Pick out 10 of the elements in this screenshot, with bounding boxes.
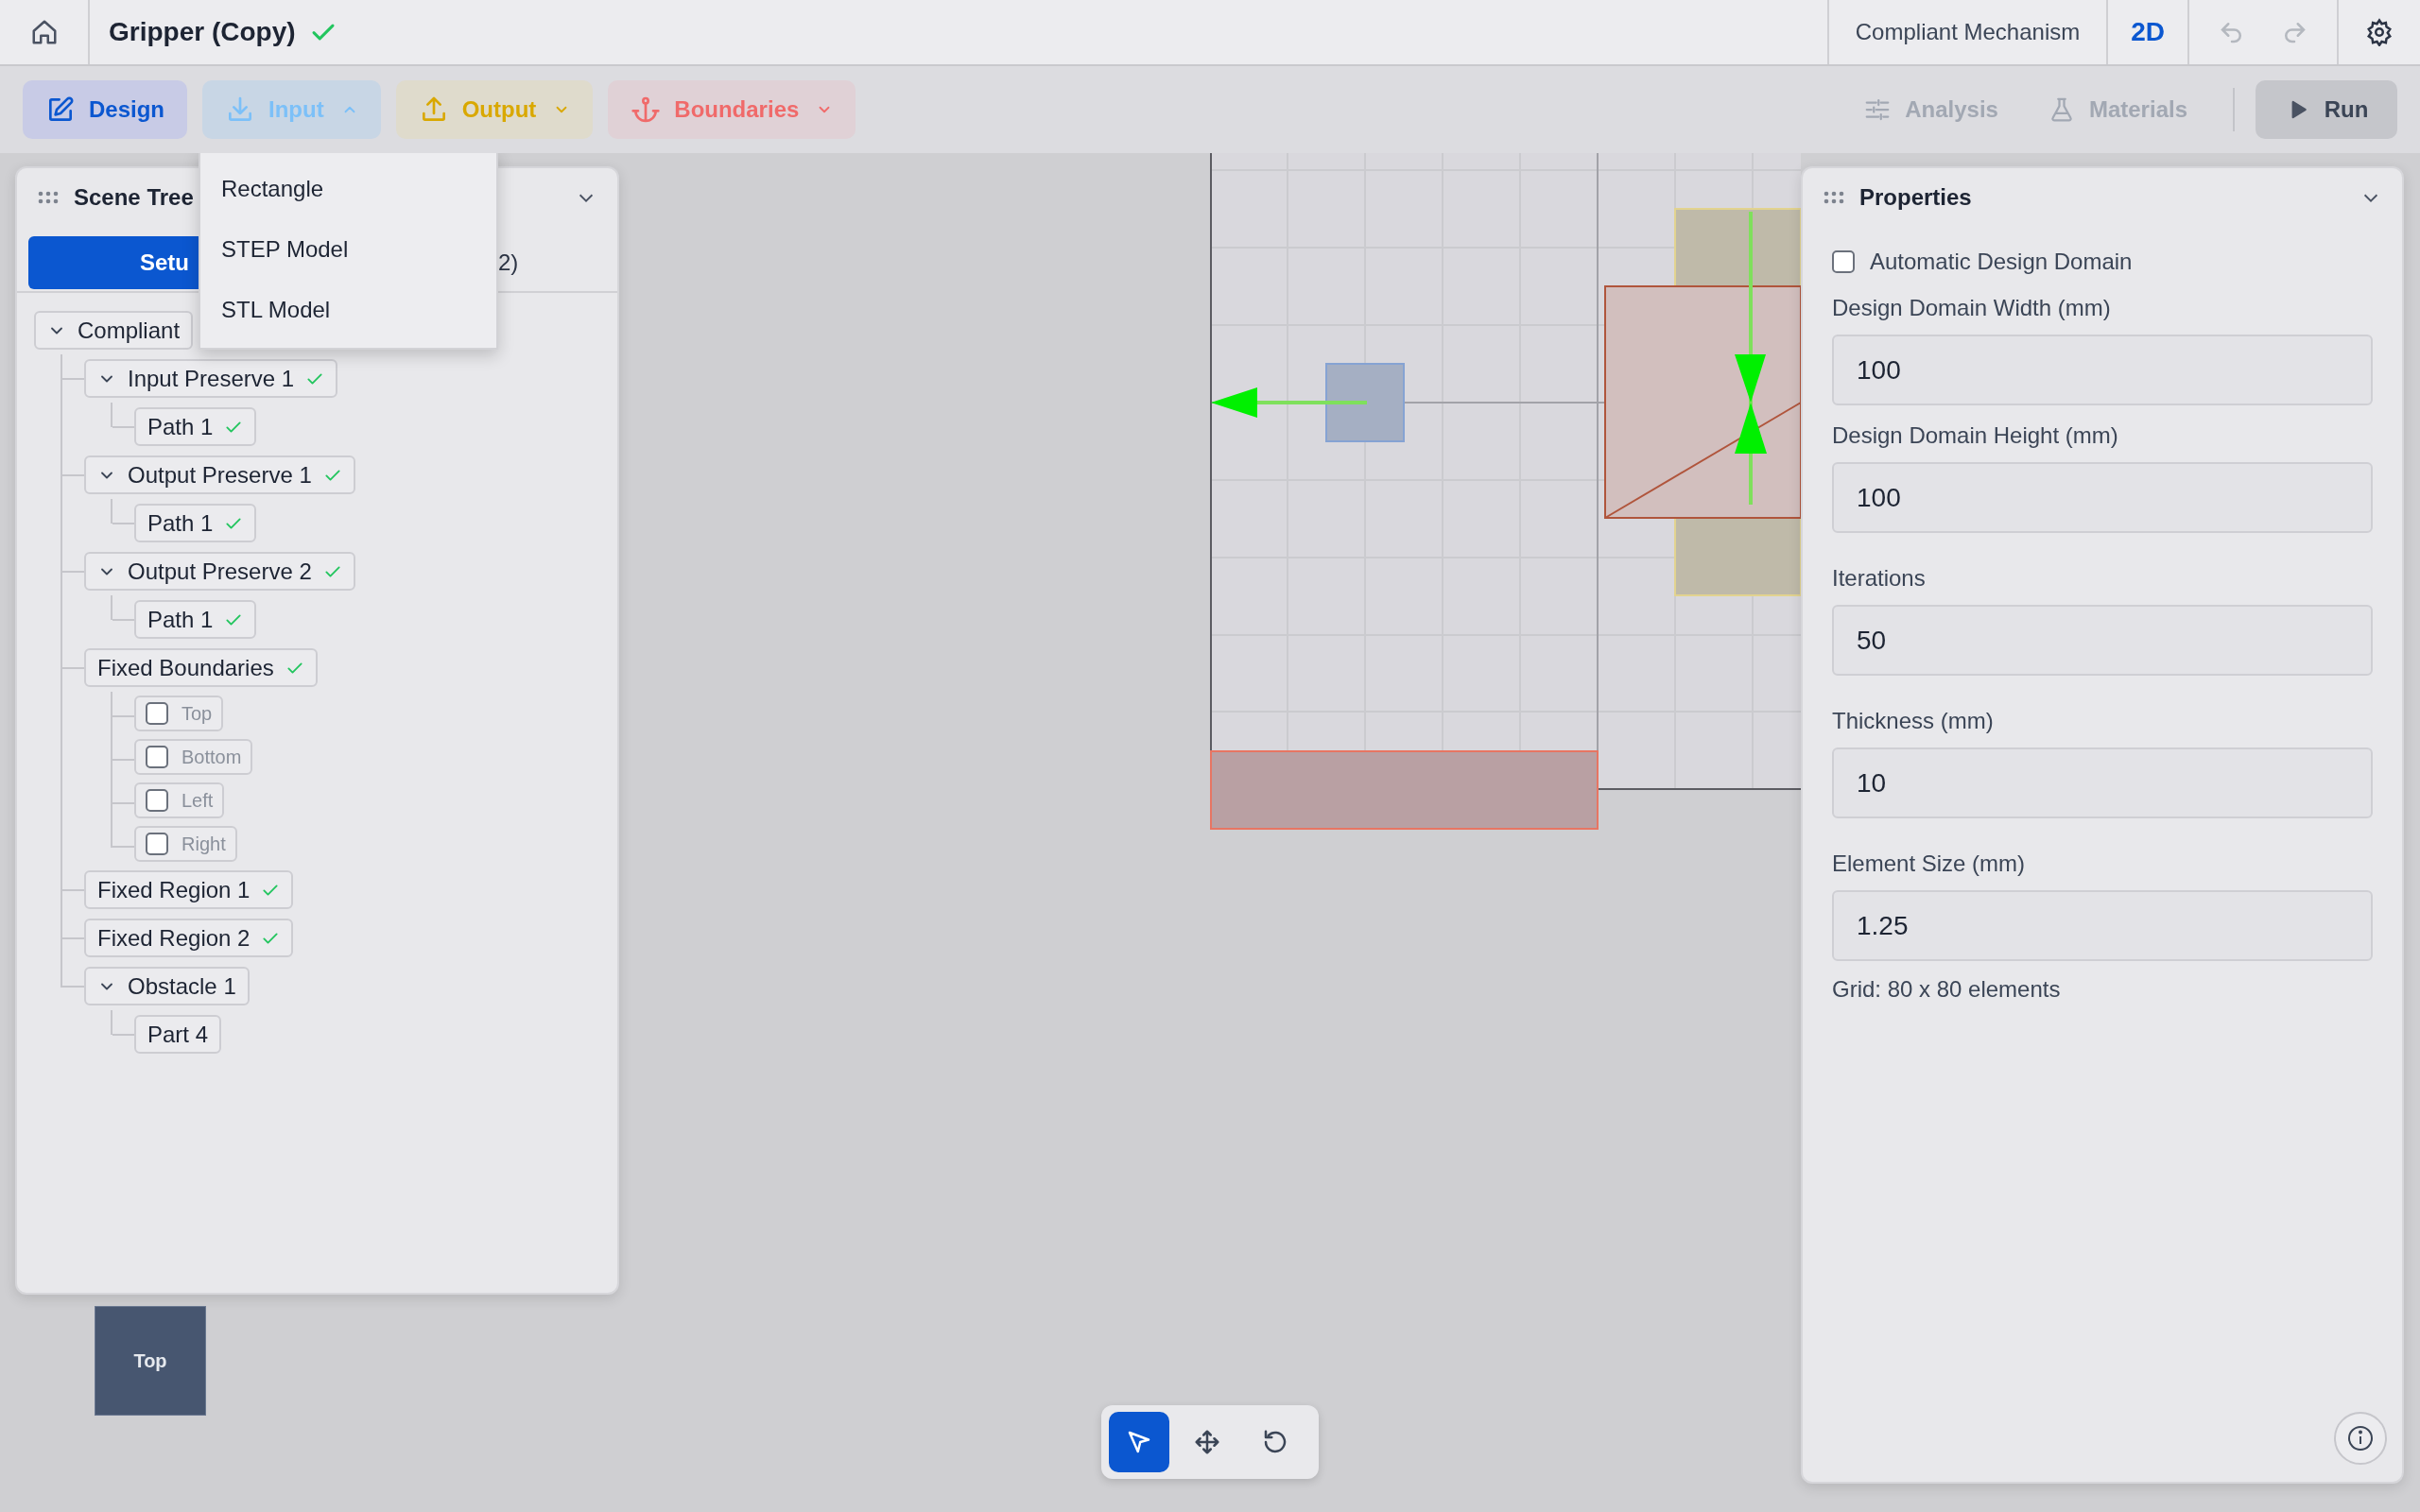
panel-title: Properties <box>1859 183 1972 212</box>
field-label: Design Domain Width (mm) <box>1832 294 2112 322</box>
field-label: Design Domain Height (mm) <box>1832 421 2119 450</box>
project-title: Gripper (Copy) <box>109 16 296 48</box>
field-label: Thickness (mm) <box>1832 707 1995 735</box>
field-label: Element Size (mm) <box>1832 850 2027 878</box>
grid-note: Grid: 80 x 80 elements <box>1832 975 2062 1004</box>
panel-title: Scene Tree <box>74 183 194 212</box>
mode-label: Compliant Mechanism <box>1854 18 2082 46</box>
field-label: Iterations <box>1832 564 1927 593</box>
